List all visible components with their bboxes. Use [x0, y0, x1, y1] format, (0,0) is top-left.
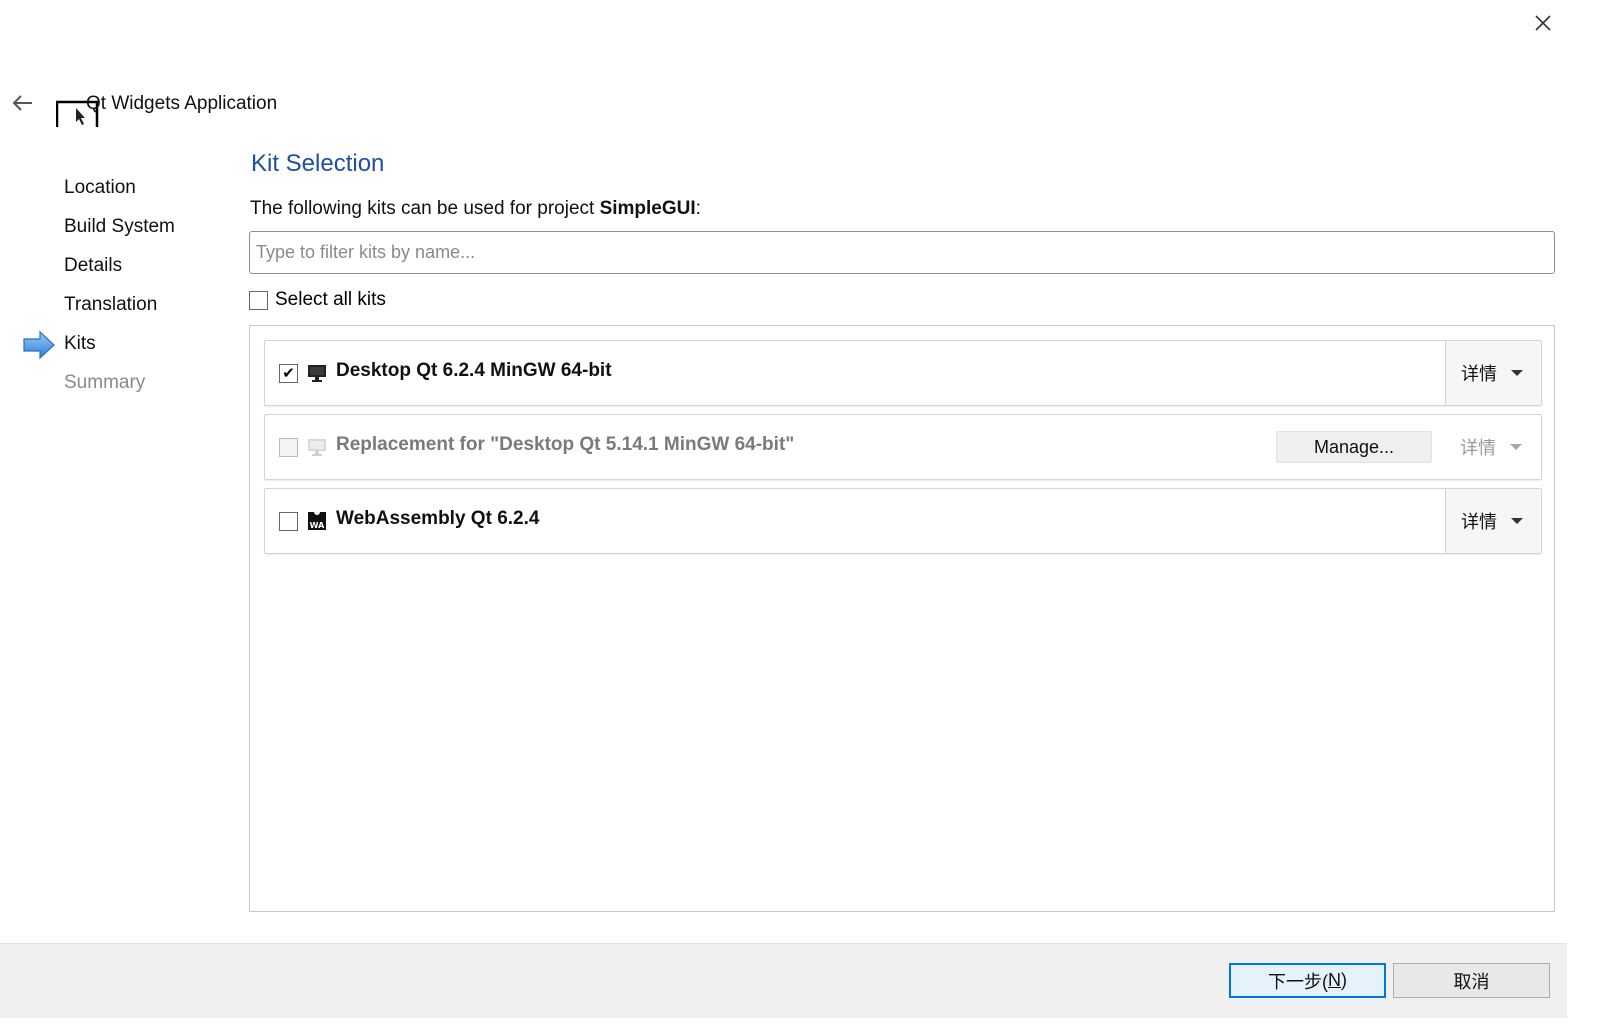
- monitor-icon: [308, 365, 326, 382]
- next-button[interactable]: 下一步(N): [1229, 963, 1386, 998]
- next-label: 下一步(: [1268, 971, 1328, 992]
- intro-prefix: The following kits can be used for proje…: [250, 198, 600, 219]
- step-label: Kits: [64, 333, 96, 354]
- kit-row-webassembly-qt-6-2-4[interactable]: WA WebAssembly Qt 6.2.4 详情: [264, 488, 1542, 554]
- back-arrow-icon: [12, 95, 32, 111]
- chevron-down-icon: [1511, 370, 1523, 376]
- kit-details-button[interactable]: 详情: [1445, 415, 1541, 479]
- page-title: Kit Selection: [251, 150, 385, 177]
- kit-row-replacement-qt-5-14-1[interactable]: Replacement for "Desktop Qt 5.14.1 MinGW…: [264, 414, 1542, 480]
- step-label: Details: [64, 255, 123, 276]
- details-label: 详情: [1461, 512, 1497, 532]
- kit-checkbox[interactable]: [279, 438, 298, 457]
- monitor-icon: [308, 439, 326, 456]
- intro-suffix: :: [695, 198, 701, 219]
- kit-name: Replacement for "Desktop Qt 5.14.1 MinGW…: [336, 434, 795, 455]
- step-label: Location: [64, 177, 136, 198]
- step-label: Build System: [64, 216, 175, 237]
- kits-list: ✔ Desktop Qt 6.2.4 MinGW 64-bit 详情 Repla…: [249, 325, 1555, 912]
- kit-details-button[interactable]: 详情: [1445, 489, 1541, 553]
- step-translation: Translation: [0, 287, 240, 326]
- wizard-title: Qt Widgets Application: [86, 93, 278, 114]
- close-button[interactable]: [1530, 10, 1556, 36]
- kit-checkbox[interactable]: [279, 512, 298, 531]
- next-suffix: ): [1341, 970, 1347, 990]
- checkbox-box[interactable]: [249, 290, 268, 310]
- step-summary: Summary: [0, 365, 240, 404]
- cancel-button[interactable]: 取消: [1393, 963, 1550, 998]
- next-mnemonic: N: [1328, 970, 1341, 990]
- select-all-kits-checkbox[interactable]: Select all kits: [249, 288, 386, 312]
- step-kits: Kits: [0, 326, 240, 365]
- webassembly-icon: WA: [308, 512, 326, 530]
- close-icon: [1535, 15, 1551, 31]
- intro-text: The following kits can be used for proje…: [250, 198, 701, 220]
- details-label: 详情: [1461, 364, 1497, 384]
- step-label: Translation: [64, 294, 158, 315]
- current-step-arrow-icon: [23, 330, 55, 360]
- wizard-steps: Location Build System Details Translatio…: [0, 170, 240, 404]
- kit-row-desktop-qt-6-2-4[interactable]: ✔ Desktop Qt 6.2.4 MinGW 64-bit 详情: [264, 340, 1542, 406]
- step-location: Location: [0, 170, 240, 209]
- select-all-label: Select all kits: [275, 289, 386, 310]
- kit-checkbox[interactable]: ✔: [279, 364, 298, 383]
- step-build-system: Build System: [0, 209, 240, 248]
- wizard-footer: 下一步(N) 取消: [0, 943, 1567, 1018]
- chevron-down-icon: [1511, 518, 1523, 524]
- details-label: 详情: [1460, 438, 1496, 458]
- kit-details-button[interactable]: 详情: [1445, 341, 1541, 405]
- manage-kits-button[interactable]: Manage...: [1276, 431, 1432, 463]
- kit-name: Desktop Qt 6.2.4 MinGW 64-bit: [336, 360, 612, 381]
- project-name: SimpleGUI: [599, 198, 696, 219]
- back-button[interactable]: [10, 92, 36, 114]
- svg-text:WA: WA: [310, 521, 325, 530]
- kit-name: WebAssembly Qt 6.2.4: [336, 508, 540, 529]
- chevron-down-icon: [1510, 444, 1522, 450]
- step-details: Details: [0, 248, 240, 287]
- kit-filter-input[interactable]: [249, 231, 1555, 274]
- step-label: Summary: [64, 372, 146, 393]
